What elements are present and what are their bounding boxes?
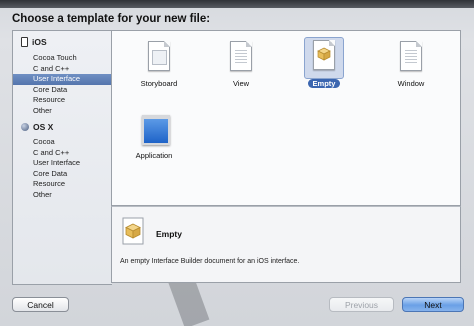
previous-button[interactable]: Previous xyxy=(329,297,394,312)
template-grid: Storyboard View Empty Window Application xyxy=(111,30,461,206)
template-label: Empty xyxy=(307,79,341,88)
sidebar-item-core-data[interactable]: Core Data xyxy=(13,169,112,180)
view-document-icon xyxy=(230,41,252,71)
detail-title: Empty xyxy=(156,229,182,239)
sidebar-item-user-interface[interactable]: User Interface xyxy=(13,158,112,169)
template-window[interactable]: Window xyxy=(374,35,448,93)
sidebar-section-label: OS X xyxy=(33,122,54,132)
iphone-icon xyxy=(21,37,28,47)
dialog-title: Choose a template for your new file: xyxy=(12,13,211,25)
template-label: Storyboard xyxy=(140,79,178,88)
window-top-strip xyxy=(0,0,474,8)
empty-document-icon xyxy=(313,40,335,70)
storyboard-icon xyxy=(148,41,170,71)
sidebar-item-user-interface[interactable]: User Interface xyxy=(13,74,112,85)
sidebar-item-cocoa[interactable]: Cocoa xyxy=(13,137,112,148)
template-storyboard[interactable]: Storyboard xyxy=(122,35,196,93)
sidebar-item-resource[interactable]: Resource xyxy=(13,179,112,190)
template-label: View xyxy=(232,79,250,88)
sidebar-item-core-data[interactable]: Core Data xyxy=(13,85,112,96)
template-detail-pane: Empty An empty Interface Builder documen… xyxy=(111,206,461,283)
template-category-sidebar: iOS Cocoa Touch C and C++ User Interface… xyxy=(12,30,112,285)
sidebar-item-other[interactable]: Other xyxy=(13,106,112,117)
sidebar-section-ios[interactable]: iOS xyxy=(21,37,47,47)
osx-icon xyxy=(21,123,29,131)
template-empty[interactable]: Empty xyxy=(287,35,361,93)
sidebar-item-resource[interactable]: Resource xyxy=(13,95,112,106)
cancel-button[interactable]: Cancel xyxy=(12,297,69,312)
detail-description: An empty Interface Builder document for … xyxy=(120,258,300,265)
sidebar-item-c-and-cpp[interactable]: C and C++ xyxy=(13,64,112,75)
next-button[interactable]: Next xyxy=(402,297,464,312)
template-view[interactable]: View xyxy=(204,35,278,93)
empty-document-icon xyxy=(122,217,144,245)
template-label: Window xyxy=(397,79,425,88)
sidebar-item-cocoa-touch[interactable]: Cocoa Touch xyxy=(13,53,112,64)
window-document-icon xyxy=(400,41,422,71)
sidebar-section-osx[interactable]: OS X xyxy=(21,122,53,132)
template-application[interactable]: Application xyxy=(117,107,191,165)
template-label: Application xyxy=(135,151,173,160)
sidebar-section-label: iOS xyxy=(32,37,47,47)
sidebar-item-other[interactable]: Other xyxy=(13,190,112,201)
sidebar-item-c-and-cpp[interactable]: C and C++ xyxy=(13,148,112,159)
application-icon xyxy=(142,115,170,145)
